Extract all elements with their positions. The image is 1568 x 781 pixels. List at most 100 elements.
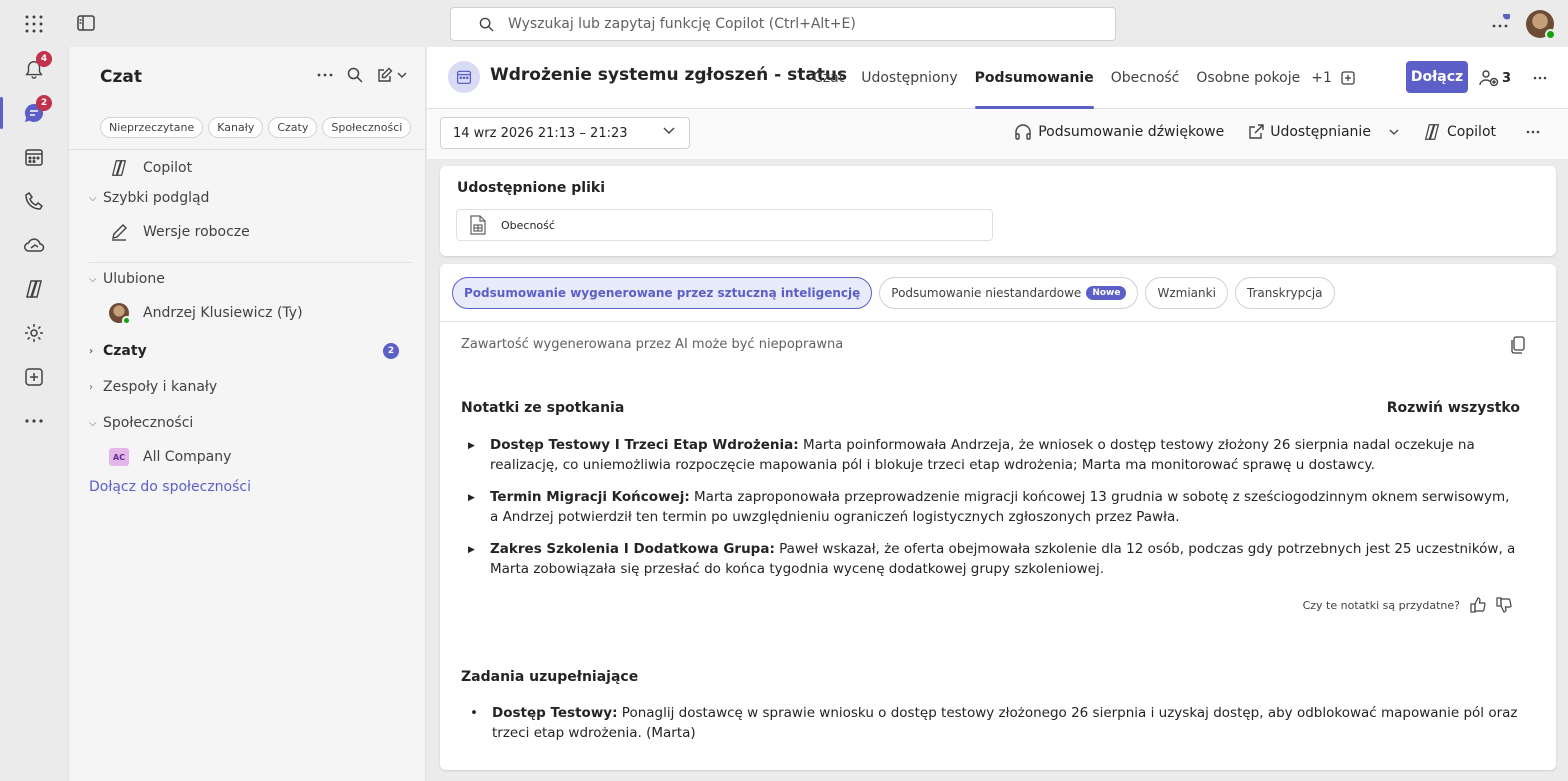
feedback-question: Czy te notatki są przydatne?	[1302, 598, 1460, 612]
tab-summary[interactable]: Podsumowanie	[974, 47, 1094, 109]
section-communities[interactable]: ⌵ Społeczności	[89, 408, 405, 438]
new-chat-icon[interactable]	[377, 67, 407, 83]
ai-disclaimer: Zawartość wygenerowana przez AI może być…	[461, 337, 844, 352]
calendar-icon	[448, 61, 480, 93]
divider	[440, 321, 1556, 322]
tab-mentions[interactable]: Wzmianki	[1145, 277, 1228, 309]
copy-icon[interactable]	[1510, 336, 1526, 354]
plus-square-icon	[24, 367, 44, 387]
sidebar-item-copilot[interactable]: Copilot	[89, 153, 405, 183]
tab-more[interactable]: +1	[1311, 47, 1332, 109]
more-icon[interactable]	[317, 73, 333, 77]
bullet: •	[470, 705, 478, 721]
filter-chats[interactable]: Czaty	[268, 117, 318, 138]
section-label: Ulubione	[103, 271, 165, 287]
share-button[interactable]: Udostępnianie	[1248, 124, 1399, 140]
more-options-icon[interactable]	[1490, 14, 1510, 34]
sidebar-item-self[interactable]: Andrzej Klusiewicz (Ty)	[89, 298, 405, 328]
title-bar: Wyszukaj lub zapytaj funkcję Copilot (Ct…	[0, 0, 1568, 47]
tasks-title: Zadania uzupełniające	[461, 669, 639, 685]
tab-chat[interactable]: Czat	[813, 47, 844, 109]
audio-recap-button[interactable]: Podsumowanie dźwiękowe	[1014, 123, 1224, 141]
copilot-button[interactable]	[14, 269, 54, 309]
file-name: Obecność	[501, 218, 555, 232]
more-apps-button[interactable]	[14, 401, 54, 441]
task-text: Dostęp Testowy: Ponaglij dostawcę w spra…	[492, 703, 1520, 743]
profile-avatar[interactable]	[1526, 10, 1556, 40]
section-favorites[interactable]: ⌵ Ulubione	[89, 264, 405, 294]
note-title: Zakres Szkolenia I Dodatkowa Grupa:	[490, 541, 775, 557]
task-body: Ponaglij dostawcę w sprawie wniosku o do…	[492, 705, 1518, 741]
gear-icon	[23, 322, 45, 344]
notes-feedback: Czy te notatki są przydatne?	[1303, 597, 1512, 613]
sidebar-item-drafts[interactable]: Wersje robocze	[89, 217, 405, 247]
summary-toolbar: 14 wrz 2026 21:13 – 21:23 Podsumowanie d…	[427, 109, 1568, 159]
copilot-icon	[1424, 124, 1440, 140]
search-icon[interactable]	[347, 67, 363, 83]
tab-ai-summary[interactable]: Podsumowanie wygenerowane przez sztuczną…	[452, 277, 873, 309]
app-launcher-icon[interactable]	[24, 14, 44, 34]
tab-attendance[interactable]: Obecność	[1111, 47, 1180, 109]
more-options-icon[interactable]	[1533, 76, 1547, 80]
copilot-button[interactable]: Copilot	[1423, 123, 1496, 141]
sidebar-item-all-company[interactable]: AC All Company	[89, 442, 405, 472]
shared-files-title: Udostępnione pliki	[457, 180, 605, 196]
note-item[interactable]: ▶ Termin Migracji Końcowej: Marta zaprop…	[468, 487, 1518, 527]
sidebar-item-label: Wersje robocze	[143, 224, 250, 240]
search-box[interactable]: Wyszukaj lub zapytaj funkcję Copilot (Ct…	[450, 7, 1116, 41]
note-title: Termin Migracji Końcowej:	[490, 489, 690, 505]
section-quick-view[interactable]: ⌵ Szybki podgląd	[89, 183, 405, 213]
filter-unread[interactable]: Nieprzeczytane	[100, 117, 204, 138]
tab-transcript[interactable]: Transkrypcja	[1234, 277, 1335, 309]
shared-file-item[interactable]: Obecność	[456, 209, 993, 241]
calls-button[interactable]	[14, 181, 54, 221]
chevron-down-icon: ⌵	[89, 273, 97, 285]
join-community-link[interactable]: Dołącz do społeczności	[89, 472, 405, 502]
new-badge: Nowe	[1086, 286, 1127, 300]
tab-custom-summary[interactable]: Podsumowanie niestandardowe Nowe	[879, 277, 1139, 309]
phone-icon	[24, 191, 44, 211]
meeting-header: Wdrożenie systemu zgłoszeń - status Czat…	[427, 47, 1568, 109]
meeting-title: Wdrożenie systemu zgłoszeń - status	[490, 65, 848, 85]
notes-title: Notatki ze spotkania	[461, 400, 625, 416]
participant-count: 3	[1502, 70, 1512, 86]
avatar	[109, 303, 131, 325]
filter-channels[interactable]: Kanały	[208, 117, 264, 138]
expand-triangle-icon: ▶	[468, 545, 475, 555]
more-options-icon[interactable]	[1526, 130, 1540, 134]
chats-unread-badge: 2	[383, 343, 399, 359]
expand-all-button[interactable]: Rozwiń wszystko	[1387, 400, 1520, 416]
chevron-right-icon: ›	[89, 381, 93, 393]
section-teams[interactable]: › Zespoły i kanały	[89, 372, 405, 402]
filter-communities[interactable]: Społeczności	[322, 117, 412, 138]
chat-badge: 2	[36, 95, 52, 111]
thumbs-down-icon[interactable]	[1496, 597, 1512, 613]
presence-available-icon	[122, 316, 131, 325]
people-icon	[1479, 70, 1499, 87]
chat-button[interactable]: 2	[14, 93, 54, 133]
section-label: Czaty	[103, 343, 147, 359]
tab-shared[interactable]: Udostępniony	[861, 47, 957, 109]
chevron-down-icon	[663, 127, 675, 135]
add-tab-button[interactable]	[1341, 47, 1355, 109]
thumbs-up-icon[interactable]	[1470, 597, 1486, 613]
add-app-button[interactable]	[14, 357, 54, 397]
join-button[interactable]: Dołącz	[1406, 61, 1468, 93]
onedrive-button[interactable]	[14, 225, 54, 265]
session-date-dropdown[interactable]: 14 wrz 2026 21:13 – 21:23	[440, 117, 690, 149]
note-text: Zakres Szkolenia I Dodatkowa Grupa: Pawe…	[490, 539, 1518, 579]
section-label: Społeczności	[103, 415, 194, 431]
tab-breakout-rooms[interactable]: Osobne pokoje	[1196, 47, 1300, 109]
file-icon	[469, 215, 487, 235]
note-item[interactable]: ▶ Zakres Szkolenia I Dodatkowa Grupa: Pa…	[468, 539, 1518, 579]
activity-button[interactable]: 4	[14, 49, 54, 89]
action-label: Podsumowanie dźwiękowe	[1038, 124, 1225, 140]
participants-button[interactable]: 3	[1479, 69, 1511, 87]
calendar-icon	[24, 147, 44, 167]
sidebar-toggle-icon[interactable]	[77, 15, 95, 31]
apps-settings-button[interactable]	[14, 313, 54, 353]
calendar-button[interactable]	[14, 137, 54, 177]
note-item[interactable]: ▶ Dostęp Testowy I Trzeci Etap Wdrożenia…	[468, 435, 1518, 475]
section-chats[interactable]: › Czaty 2	[89, 336, 405, 366]
section-label: Zespoły i kanały	[103, 379, 218, 395]
